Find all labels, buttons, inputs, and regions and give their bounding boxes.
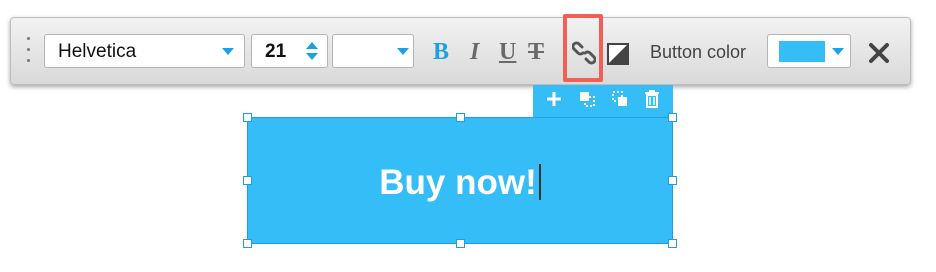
font-family-value: Helvetica (58, 41, 137, 62)
resize-handle-bottom-right[interactable] (668, 239, 677, 248)
stepper-arrows-icon[interactable] (305, 40, 319, 62)
add-icon[interactable] (545, 90, 563, 108)
strikethrough-button[interactable]: T (528, 40, 544, 64)
color-swatch (779, 41, 825, 62)
element-actions-bar (533, 85, 673, 117)
chevron-down-icon (222, 48, 234, 55)
resize-handle-top-left[interactable] (243, 113, 252, 122)
font-size-stepper[interactable]: 21 (251, 34, 328, 68)
resize-handle-right[interactable] (668, 176, 677, 185)
chevron-down-icon (397, 48, 409, 55)
text-format-toolbar: Helvetica 21 B I U T Button color (10, 17, 911, 85)
link-button-highlight (563, 14, 603, 82)
chevron-down-icon (832, 48, 844, 55)
close-icon[interactable] (868, 42, 890, 64)
trash-icon[interactable] (643, 89, 661, 109)
button-color-picker[interactable] (767, 34, 851, 68)
text-cursor (538, 164, 541, 200)
resize-handle-bottom-left[interactable] (243, 239, 252, 248)
buy-now-button[interactable]: Buy now! (247, 117, 673, 244)
button-text: Buy now! (379, 163, 537, 202)
duplicate-icon[interactable] (578, 90, 596, 108)
bold-button[interactable]: B (433, 40, 449, 64)
background-fill-icon[interactable] (607, 43, 629, 65)
drag-handle-icon[interactable] (27, 37, 31, 65)
font-size-value: 21 (265, 41, 287, 62)
resize-handle-left[interactable] (243, 176, 252, 185)
underline-button[interactable]: U (499, 40, 516, 64)
button-color-label: Button color (650, 42, 747, 62)
italic-button[interactable]: I (470, 40, 479, 64)
resize-handle-bottom[interactable] (456, 239, 465, 248)
font-family-select[interactable]: Helvetica (44, 34, 245, 68)
button-text-editor[interactable]: Buy now! (248, 163, 672, 203)
resize-handle-top-right[interactable] (668, 113, 677, 122)
text-style-select[interactable] (332, 34, 414, 68)
resize-handle-top[interactable] (456, 113, 465, 122)
move-layer-icon[interactable] (611, 90, 629, 108)
